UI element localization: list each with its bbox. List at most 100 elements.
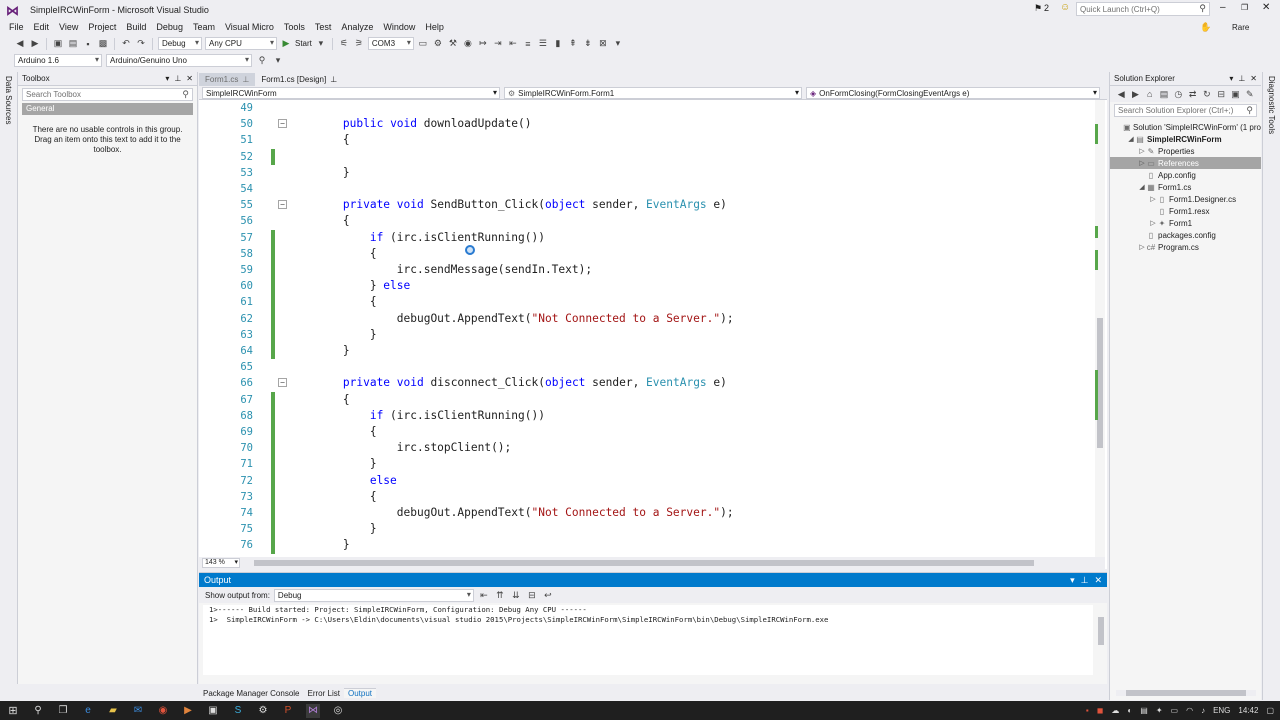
menu-test[interactable]: Test [310,22,337,32]
serial-icon[interactable]: ⚞ [353,38,365,50]
refresh-icon[interactable]: ↻ [1202,88,1212,100]
expand-arrow-icon[interactable]: ◢ [1138,183,1146,191]
code-line[interactable]: 64 } [199,343,1095,360]
step-over-icon[interactable]: ↦ [477,38,489,50]
prev-message-icon[interactable]: ⇈ [494,589,506,601]
comment-icon[interactable]: ≡ [522,38,534,50]
menu-window[interactable]: Window [378,22,420,32]
diagnostic-tools-strip[interactable]: Diagnostic Tools [1262,72,1280,700]
task-view-icon[interactable]: ❐ [56,704,70,718]
com-port-select[interactable]: COM3 [367,37,414,50]
code-line[interactable]: 63 } [199,326,1095,343]
menu-team[interactable]: Team [188,22,220,32]
code-line[interactable]: 54 [199,181,1095,197]
menu-debug[interactable]: Debug [151,22,188,32]
tab-package-manager-console[interactable]: Package Manager Console [199,689,304,698]
uncomment-icon[interactable]: ☰ [537,38,549,50]
tree-node[interactable]: ▷ ▯ Form1.Designer.cs [1110,193,1261,205]
collapse-icon[interactable]: − [278,119,287,129]
zoom-level-select[interactable]: 143 % [202,558,240,568]
clock[interactable]: 14:42 [1238,706,1258,715]
expand-arrow-icon[interactable]: ▷ [1138,159,1146,167]
store-icon[interactable]: ▣ [206,704,220,718]
tab-output[interactable]: Output [343,688,376,698]
open-file-icon[interactable]: ▤ [67,38,79,50]
scroll-thumb[interactable] [1126,690,1246,696]
solution-horizontal-scrollbar[interactable] [1116,690,1256,696]
tree-node[interactable]: ◢ ▤ SimpleIRCWinForm [1110,133,1261,145]
forward-icon[interactable]: ▶ [29,38,41,50]
menu-edit[interactable]: Edit [29,22,55,32]
board-select[interactable]: Arduino/Genuino Uno [106,54,252,67]
code-line[interactable]: 75 } [199,521,1095,538]
code-line[interactable]: 76 } [199,537,1095,554]
steam-icon[interactable]: ⚙ [256,704,270,718]
pin-icon[interactable]: ⊥ [174,74,181,83]
save-all-icon[interactable]: ▩ [97,38,109,50]
data-sources-strip[interactable]: Data Sources [0,72,18,684]
tree-node[interactable]: ▣ Solution 'SimpleIRCWinForm' (1 pro [1110,121,1261,133]
toolbox-group-general[interactable]: General [22,103,193,115]
expand-arrow-icon[interactable]: ▷ [1138,243,1146,251]
save-icon[interactable]: ▪ [82,38,94,50]
back-icon[interactable]: ◀ [1116,88,1126,100]
pin-icon[interactable]: ⊥ [242,75,249,84]
tree-node[interactable]: ◢ ▦ Form1.cs [1110,181,1261,193]
home-icon[interactable]: ⌂ [1145,88,1155,100]
pin-icon[interactable]: ⊥ [1081,575,1089,586]
pending-changes-icon[interactable]: ◷ [1173,88,1183,100]
code-line[interactable]: 57 if (irc.isClientRunning()) [199,229,1095,246]
code-line[interactable]: 58 { [199,245,1095,262]
chrome-icon[interactable]: ◉ [156,704,170,718]
code-line[interactable]: 66 − private void disconnect_Click(object… [199,375,1095,391]
code-line[interactable]: 55 − private void SendButton_Click(object… [199,197,1095,213]
output-scrollbar[interactable] [1097,605,1105,675]
code-line[interactable]: 50 − public void downloadUpdate() [199,116,1095,132]
code-line[interactable]: 72 else [199,472,1095,489]
code-text-area[interactable]: 49 50− public void downloadUpdate() 51 {52… [199,100,1095,557]
editor-vertical-scrollbar[interactable] [1095,100,1105,557]
battery-icon[interactable]: ▭ [1171,706,1179,715]
tree-node[interactable]: ▷ ▭ References [1110,157,1261,169]
close-icon[interactable]: ✕ [1094,575,1102,586]
tree-node[interactable]: ▯ App.config [1110,169,1261,181]
monitor-icon[interactable]: ▭ [417,38,429,50]
collapse-icon[interactable]: − [278,200,287,210]
action-center-icon[interactable]: ▢ [1266,706,1274,715]
windows-start-icon[interactable]: ⊞ [6,704,20,718]
clear-all-icon[interactable]: ⊟ [526,589,538,601]
expand-arrow-icon[interactable]: ◢ [1127,135,1135,143]
code-line[interactable]: 56 { [199,213,1095,229]
data-sources-tab[interactable]: Data Sources [4,76,13,124]
class-nav-select[interactable]: ⚙ SimpleIRCWinForm.Form1 [504,87,802,99]
tree-node[interactable]: ▷ ✎ Properties [1110,145,1261,157]
tree-node[interactable]: ▯ packages.config [1110,229,1261,241]
code-line[interactable]: 68 if (irc.isClientRunning()) [199,407,1095,424]
toolbar2-options-icon[interactable]: ▾ [272,55,284,67]
restore-button[interactable]: ❐ [1241,3,1248,12]
code-line[interactable]: 71 } [199,456,1095,473]
close-window-button[interactable]: ✕ [1262,2,1270,13]
start-button-label[interactable]: Start [295,39,312,48]
code-line[interactable]: 53 } [199,165,1095,181]
code-line[interactable]: 51 { [199,132,1095,148]
minimize-button[interactable]: – [1220,2,1226,13]
tab-error-list[interactable]: Error List [304,689,344,698]
code-line[interactable]: 61 { [199,294,1095,311]
close-icon[interactable]: ✕ [186,74,193,83]
dropdown-icon[interactable]: ▾ [1229,74,1233,83]
board-properties-icon[interactable]: ⚲ [256,55,268,67]
tray-app-icon[interactable]: ◐ [1127,706,1132,715]
code-line[interactable]: 67 { [199,391,1095,408]
feedback-smiley-icon[interactable]: ☺ [1060,2,1070,13]
switch-views-icon[interactable]: ▤ [1159,88,1169,100]
outdent-icon[interactable]: ⇤ [507,38,519,50]
code-line[interactable]: 73 { [199,488,1095,505]
code-line[interactable]: 69 { [199,424,1095,441]
tree-node[interactable]: ▷ c# Program.cs [1110,241,1261,253]
collapse-all-icon[interactable]: ⊟ [1216,88,1226,100]
expand-arrow-icon[interactable]: ▷ [1138,147,1146,155]
dropdown-icon[interactable]: ▾ [1070,575,1075,586]
document-tab[interactable]: Form1.cs ⊥ [199,73,256,86]
notifications-flag-icon[interactable]: ⚑ [1034,3,1042,14]
